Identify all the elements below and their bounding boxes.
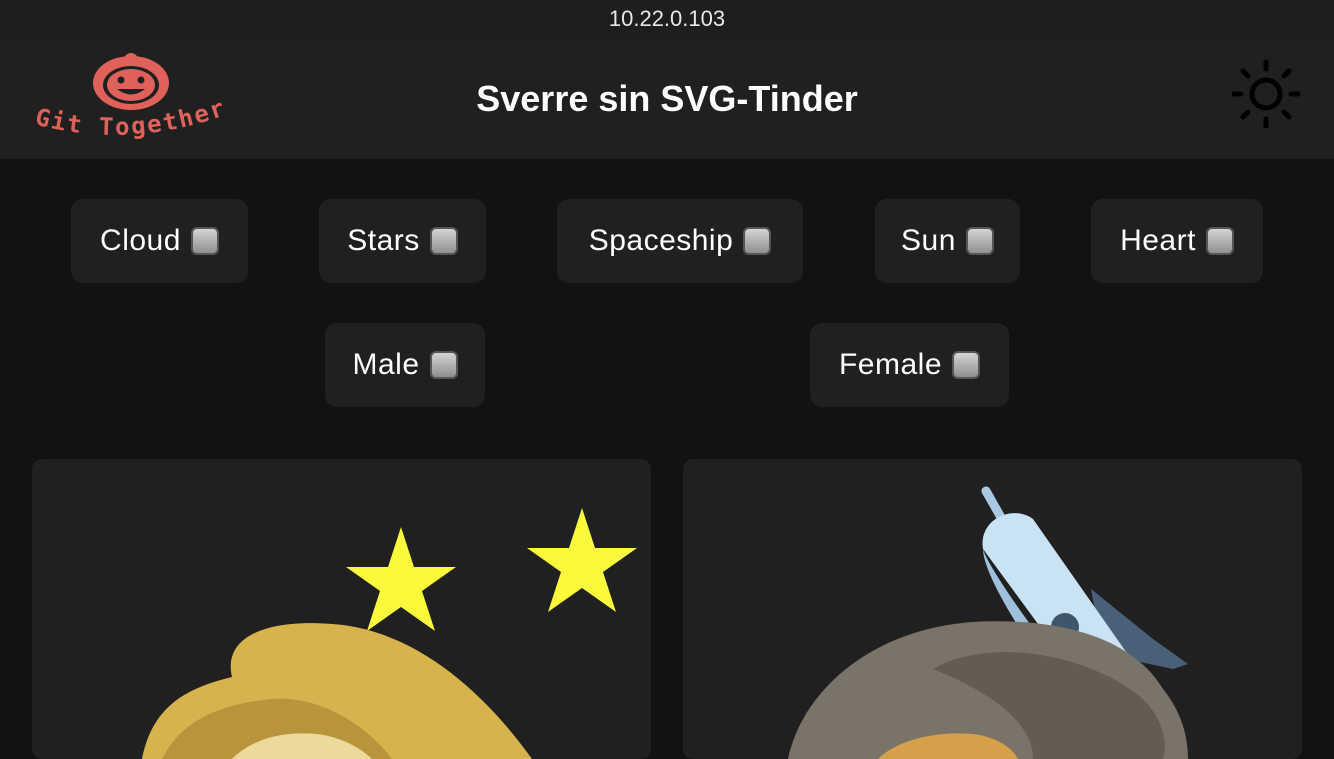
avatar-illustration xyxy=(142,508,637,759)
filter-sun[interactable]: Sun xyxy=(875,199,1020,283)
filter-checkbox[interactable] xyxy=(965,227,994,255)
filter-label: Spaceship xyxy=(588,224,734,257)
filter-male[interactable]: Male xyxy=(325,323,485,407)
filter-female[interactable]: Female xyxy=(810,323,1009,407)
logo-face-icon: Git Together xyxy=(33,53,228,141)
filter-checkbox[interactable] xyxy=(1205,227,1234,255)
filter-cloud[interactable]: Cloud xyxy=(71,199,248,283)
git-together-logo[interactable]: Git Together xyxy=(30,52,230,147)
filter-checkbox[interactable] xyxy=(429,351,458,379)
svg-card[interactable] xyxy=(683,459,1302,759)
filter-spaceship[interactable]: Spaceship xyxy=(557,199,803,283)
star-icon xyxy=(346,527,456,631)
svg-card[interactable] xyxy=(32,459,651,759)
filter-label: Male xyxy=(352,348,420,381)
filter-label: Heart xyxy=(1120,224,1196,257)
app-header: Sverre sin SVG-Tinder Git Together xyxy=(0,38,1334,159)
filter-checkbox[interactable] xyxy=(743,227,772,255)
filter-checkbox[interactable] xyxy=(190,227,219,255)
filter-label: Female xyxy=(838,348,943,381)
star-icon xyxy=(527,508,637,612)
filter-heart[interactable]: Heart xyxy=(1091,199,1263,283)
theme-toggle-button[interactable] xyxy=(1226,56,1306,136)
avatar-illustration xyxy=(788,486,1188,759)
filter-stars[interactable]: Stars xyxy=(319,199,486,283)
filter-row-elements: Cloud Stars Spaceship Sun Heart xyxy=(0,199,1334,283)
filter-label: Cloud xyxy=(100,224,181,257)
filter-label: Stars xyxy=(347,224,420,257)
status-bar: 10.22.0.103 xyxy=(0,0,1334,38)
filter-row-gender: Male Female xyxy=(0,323,1334,407)
filter-checkbox[interactable] xyxy=(952,351,981,379)
filter-label: Sun xyxy=(901,224,956,257)
filter-checkbox[interactable] xyxy=(429,227,458,255)
address-text: 10.22.0.103 xyxy=(608,6,726,31)
sun-icon xyxy=(1231,59,1301,129)
